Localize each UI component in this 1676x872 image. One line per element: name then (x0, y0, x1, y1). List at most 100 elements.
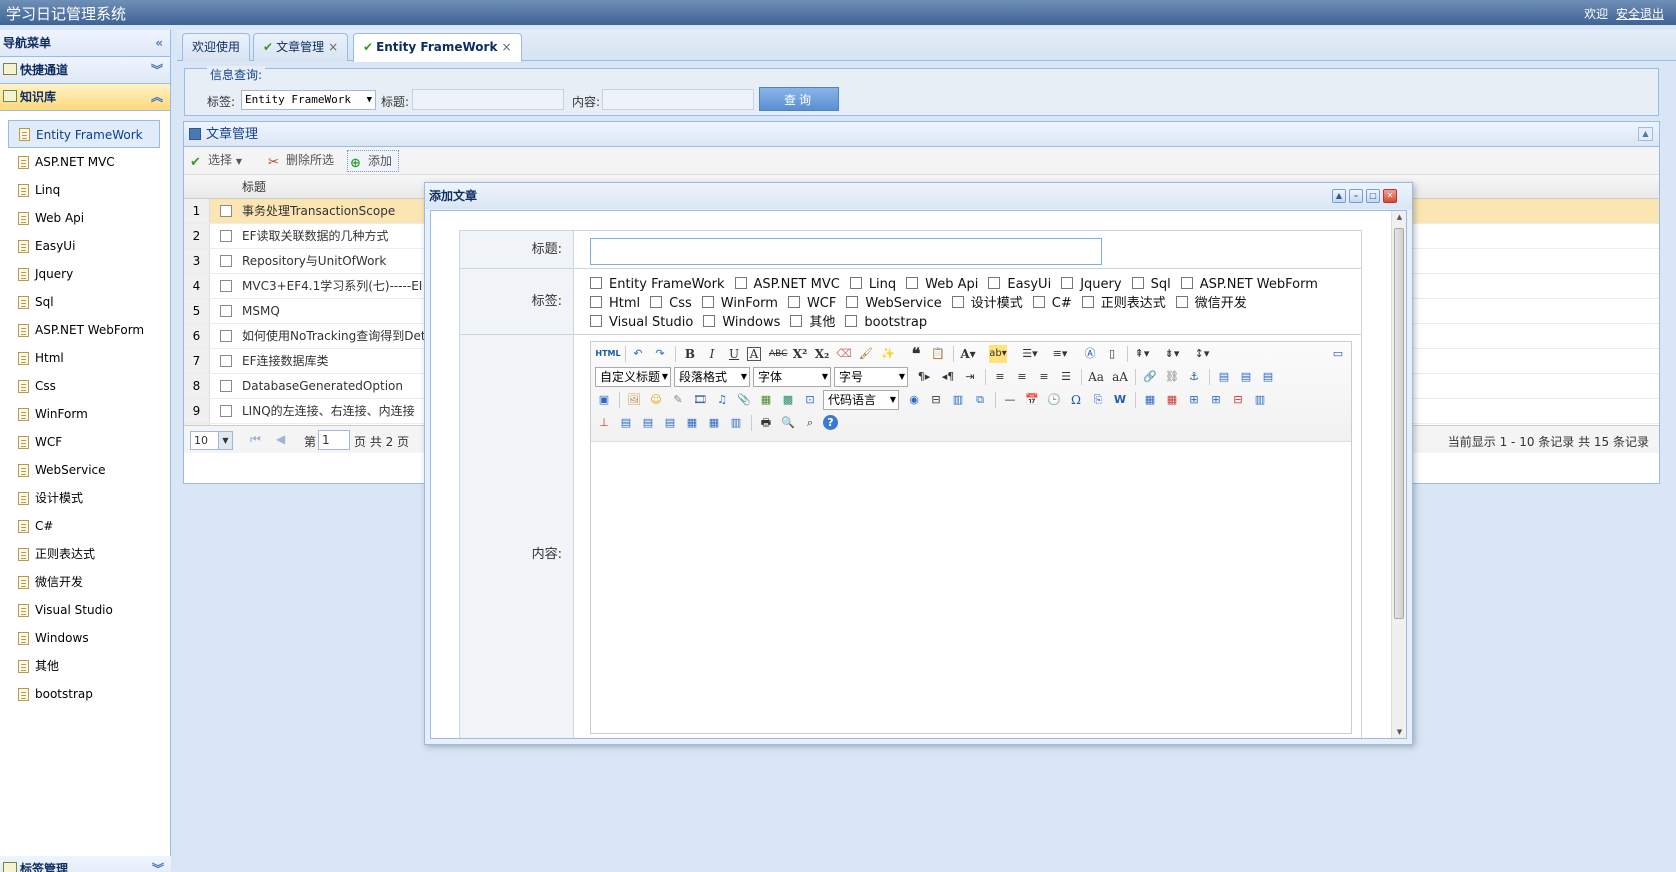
merge-right-icon[interactable]: ▤ (639, 414, 657, 432)
anchor-icon[interactable]: ⚓ (1185, 368, 1203, 386)
accordion-quick-access[interactable]: 快捷通道 ︾ (0, 57, 170, 84)
nav-item[interactable]: Web Api (0, 204, 170, 232)
close-icon[interactable]: × (501, 40, 511, 54)
map-icon[interactable]: ▦ (757, 391, 775, 409)
tag-checkbox[interactable]: Web Api (906, 275, 978, 294)
horizontal-rule-icon[interactable]: — (1001, 391, 1019, 409)
font-color-icon[interactable]: A▾ (959, 345, 977, 363)
music-icon[interactable]: ♫ (713, 391, 731, 409)
font-family-select[interactable]: 字体 ▼ (753, 367, 831, 387)
checkbox-box[interactable] (790, 315, 803, 327)
delete-table-icon[interactable]: ▦ (1163, 391, 1181, 409)
checkbox-box[interactable] (849, 277, 862, 289)
page-break-icon[interactable]: ◉ (905, 391, 923, 409)
checkbox-box[interactable] (590, 296, 602, 308)
accordion-tag-management[interactable]: 标签管理 ︾ (0, 856, 171, 872)
scroll-down-icon[interactable]: ▼ (1392, 728, 1406, 736)
unlink-icon[interactable]: ⛓ (1163, 368, 1181, 386)
checkbox-box[interactable] (846, 296, 859, 308)
tag-checkbox[interactable]: 设计模式 (951, 294, 1023, 313)
split-columns-icon[interactable]: ▥ (727, 414, 745, 432)
nav-item[interactable]: Sql (0, 288, 170, 316)
maximize-icon[interactable]: □ (1366, 189, 1380, 203)
row-checkbox[interactable] (220, 305, 232, 317)
eraser-icon[interactable]: ⌫ (835, 345, 853, 363)
attachment-icon[interactable]: 📎 (735, 391, 753, 409)
delete-column-icon[interactable]: ⊥ (595, 414, 613, 432)
tag-checkbox[interactable]: Sql (1131, 275, 1171, 294)
date-icon[interactable]: 📅 (1023, 391, 1041, 409)
emoticon-icon[interactable]: ☺ (647, 391, 665, 409)
checkbox-box[interactable] (1061, 277, 1074, 289)
find-icon[interactable]: ⌕ (801, 414, 819, 432)
font-border-icon[interactable]: A (747, 347, 761, 361)
dialog-scrollbar[interactable]: ▲ ▼ (1391, 211, 1406, 738)
row-checkbox[interactable] (220, 405, 232, 417)
background-icon[interactable]: ⊟ (927, 391, 945, 409)
ltr-direction-icon[interactable]: ¶▸ (915, 368, 933, 386)
subscript-icon[interactable]: X₂ (813, 345, 831, 363)
nav-item[interactable]: WebService (0, 456, 170, 484)
tag-checkbox[interactable]: Jquery (1061, 275, 1122, 294)
tag-checkbox[interactable]: 正则表达式 (1081, 294, 1166, 313)
preview-icon[interactable]: ▭ (1329, 345, 1347, 363)
page-number-input[interactable]: 1 (318, 430, 350, 450)
link-icon[interactable]: 🔗 (1141, 368, 1159, 386)
search-replace-icon[interactable]: ⎘ (1089, 391, 1107, 409)
tag-checkbox[interactable]: Css (650, 294, 692, 313)
content-search-input[interactable] (602, 89, 754, 110)
nav-item[interactable]: Jquery (0, 260, 170, 288)
delete-row-icon[interactable]: ⊟ (1229, 391, 1247, 409)
tag-checkbox[interactable]: WebService (846, 294, 942, 313)
row-checkbox[interactable] (220, 205, 232, 217)
checkbox-box[interactable] (734, 277, 747, 289)
undo-icon[interactable]: ↶ (629, 345, 647, 363)
insert-paragraph-before-table-icon[interactable]: ⊞ (1185, 391, 1203, 409)
row-checkbox[interactable] (220, 230, 232, 242)
image-none-icon[interactable]: ▣ (595, 391, 613, 409)
special-char-icon[interactable]: Ω (1067, 391, 1085, 409)
insert-column-icon[interactable]: ▥ (1251, 391, 1269, 409)
align-center-icon[interactable]: ≡ (1013, 368, 1031, 386)
video-icon[interactable]: 🎞 (691, 391, 709, 409)
page-size-select[interactable]: 10 ▼ (190, 431, 233, 450)
search-button[interactable]: 查询 (759, 87, 839, 111)
nav-item[interactable]: bootstrap (0, 680, 170, 708)
prev-page-icon[interactable]: ◀ (276, 432, 285, 446)
align-right-icon[interactable]: ≡ (1035, 368, 1053, 386)
strikethrough-icon[interactable]: ABC (769, 345, 787, 363)
image-float-left-icon[interactable]: ▤ (1215, 368, 1233, 386)
tab-entity-framework[interactable]: ✔ Entity FrameWork × (353, 33, 522, 62)
clear-doc-icon[interactable]: ▯ (1103, 345, 1121, 363)
tag-checkbox[interactable]: Visual Studio (590, 313, 693, 332)
nav-item[interactable]: 正则表达式 (0, 540, 170, 568)
lowercase-icon[interactable]: aA (1111, 368, 1129, 386)
help-icon[interactable]: ? (823, 415, 838, 430)
add-button[interactable]: ⊕ 添加 (347, 150, 400, 172)
tag-checkbox[interactable]: ASP.NET MVC (734, 275, 840, 294)
scrawl-icon[interactable]: ✎ (669, 391, 687, 409)
close-icon[interactable]: ✕ (1383, 189, 1397, 203)
insert-row-icon[interactable]: ⊞ (1207, 391, 1225, 409)
checkbox-box[interactable] (590, 315, 602, 327)
checkbox-box[interactable] (988, 277, 1001, 289)
paste-text-icon[interactable]: 📋 (929, 345, 947, 363)
image-float-right-icon[interactable]: ▤ (1237, 368, 1255, 386)
align-left-icon[interactable]: ≡ (991, 368, 1009, 386)
uppercase-icon[interactable]: Aa (1087, 368, 1105, 386)
row-checkbox[interactable] (220, 255, 232, 267)
accordion-knowledge-base[interactable]: 知识库 ︽ (0, 84, 170, 111)
time-icon[interactable]: 🕒 (1045, 391, 1063, 409)
ordered-list-icon[interactable]: ☰▾ (1021, 345, 1039, 363)
scrollbar-thumb[interactable] (1394, 228, 1404, 619)
checkbox-box[interactable] (703, 315, 716, 327)
template-icon[interactable]: ▥ (949, 391, 967, 409)
tag-select[interactable]: Entity FrameWork ▼ (241, 90, 376, 110)
split-rows-icon[interactable]: ▦ (705, 414, 723, 432)
row-checkbox[interactable] (220, 380, 232, 392)
select-all-icon[interactable]: Ⓐ (1081, 345, 1099, 363)
row-checkbox[interactable] (220, 355, 232, 367)
article-title-input[interactable] (590, 238, 1102, 265)
image-icon[interactable]: 🖼 (625, 391, 643, 409)
nav-item[interactable]: 设计模式 (0, 484, 170, 512)
